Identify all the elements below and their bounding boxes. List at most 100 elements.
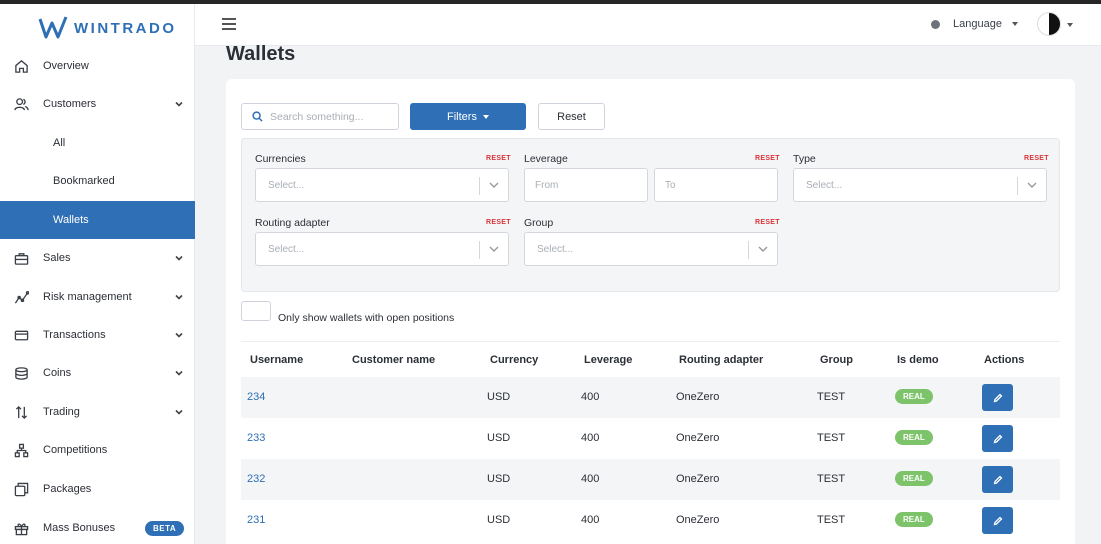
- sidebar-item-label: Customers: [43, 98, 97, 110]
- routing-adapter-reset-link[interactable]: RESET: [486, 219, 511, 226]
- username-link[interactable]: 231: [247, 514, 265, 526]
- column-header-customer-name[interactable]: Customer name: [352, 354, 435, 366]
- chevron-down-icon: [175, 292, 183, 300]
- sidebar-item-mass-bonuses[interactable]: Mass Bonuses BETA: [0, 509, 195, 544]
- sidebar: WINTRADO Overview Customers All Bookmark…: [0, 4, 195, 544]
- column-header-routing-adapter[interactable]: Routing adapter: [679, 354, 763, 366]
- caret-down-icon[interactable]: [1067, 23, 1073, 27]
- open-positions-toggle[interactable]: [241, 301, 271, 321]
- search-input[interactable]: [270, 110, 390, 123]
- group-label: Group: [524, 217, 554, 229]
- sidebar-item-overview[interactable]: Overview: [0, 47, 195, 85]
- search-icon: [252, 111, 263, 122]
- table-row: 231 USD 400 OneZero TEST REAL: [241, 500, 1060, 541]
- user-avatar[interactable]: [1037, 12, 1061, 36]
- edit-button[interactable]: [982, 507, 1013, 534]
- brand-logo[interactable]: WINTRADO: [38, 14, 177, 42]
- column-header-is-demo[interactable]: Is demo: [897, 354, 939, 366]
- currency-cell: USD: [487, 514, 511, 526]
- sidebar-item-customers[interactable]: Customers: [0, 85, 195, 123]
- leverage-from-input[interactable]: From: [524, 168, 648, 202]
- currencies-reset-link[interactable]: RESET: [486, 155, 511, 162]
- username-link[interactable]: 233: [247, 432, 265, 444]
- is-demo-badge: REAL: [895, 471, 933, 486]
- sidebar-subitem-wallets[interactable]: Wallets: [0, 201, 195, 239]
- currency-cell: USD: [487, 432, 511, 444]
- sidebar-item-label: Sales: [43, 252, 71, 264]
- table-row: 232 USD 400 OneZero TEST REAL: [241, 459, 1060, 500]
- group-select[interactable]: Select...: [524, 232, 778, 266]
- filters-button-label: Filters: [447, 110, 477, 123]
- column-header-leverage[interactable]: Leverage: [584, 354, 632, 366]
- leverage-cell: 400: [581, 514, 600, 526]
- edit-button[interactable]: [982, 466, 1013, 493]
- group-cell: TEST: [817, 473, 846, 485]
- currencies-placeholder: Select...: [268, 179, 305, 191]
- routing-adapter-cell: OneZero: [676, 514, 720, 526]
- sidebar-item-risk-management[interactable]: Risk management: [0, 278, 195, 316]
- chevron-down-icon: [758, 245, 768, 253]
- leverage-cell: 400: [581, 432, 600, 444]
- chevron-down-icon: [489, 181, 499, 189]
- sidebar-item-transactions[interactable]: Transactions: [0, 316, 195, 354]
- filters-button[interactable]: Filters: [410, 103, 526, 130]
- type-reset-link[interactable]: RESET: [1024, 155, 1049, 162]
- chevron-down-icon: [175, 330, 183, 338]
- routing-adapter-placeholder: Select...: [268, 243, 305, 255]
- sidebar-item-label: Coins: [43, 367, 72, 379]
- search-box[interactable]: [241, 103, 399, 130]
- leverage-to-input[interactable]: To: [654, 168, 778, 202]
- language-label: Language: [953, 18, 1002, 30]
- beta-badge: BETA: [145, 521, 185, 536]
- username-link[interactable]: 234: [247, 391, 265, 403]
- pencil-icon: [993, 393, 1002, 402]
- sidebar-item-coins[interactable]: Coins: [0, 354, 195, 392]
- username-link[interactable]: 232: [247, 473, 265, 485]
- routing-adapter-cell: OneZero: [676, 432, 720, 444]
- column-header-group[interactable]: Group: [820, 354, 853, 366]
- column-header-currency[interactable]: Currency: [490, 354, 538, 366]
- sidebar-item-competitions[interactable]: Competitions: [0, 431, 195, 469]
- sidebar-item-label: Risk management: [43, 291, 132, 303]
- sidebar-item-packages[interactable]: Packages: [0, 470, 195, 508]
- sidebar-item-sales[interactable]: Sales: [0, 239, 195, 277]
- table-header: Username Customer name Currency Leverage…: [241, 341, 1060, 377]
- packages-icon: [13, 481, 29, 497]
- chevron-down-icon: [175, 253, 183, 261]
- language-selector[interactable]: Language: [931, 18, 1018, 30]
- currency-cell: USD: [487, 391, 511, 403]
- group-cell: TEST: [817, 432, 846, 444]
- pencil-icon: [993, 475, 1002, 484]
- chevron-down-icon: [175, 368, 183, 376]
- edit-button[interactable]: [982, 425, 1013, 452]
- table-row: 234 USD 400 OneZero TEST REAL: [241, 377, 1060, 418]
- home-icon: [13, 58, 29, 74]
- wallets-card: Filters Reset Currencies RESET Select...…: [226, 79, 1075, 544]
- leverage-reset-link[interactable]: RESET: [755, 155, 780, 162]
- menu-toggle-icon[interactable]: [222, 18, 236, 30]
- group-placeholder: Select...: [537, 243, 574, 255]
- sidebar-subitem-all[interactable]: All: [0, 124, 195, 162]
- table-row: 233 USD 400 OneZero TEST REAL: [241, 418, 1060, 459]
- edit-button[interactable]: [982, 384, 1013, 411]
- group-cell: TEST: [817, 514, 846, 526]
- users-icon: [13, 96, 29, 112]
- caret-down-icon: [1011, 22, 1018, 26]
- group-reset-link[interactable]: RESET: [755, 219, 780, 226]
- reset-button[interactable]: Reset: [538, 103, 605, 130]
- chevron-down-icon: [175, 407, 183, 415]
- type-select[interactable]: Select...: [793, 168, 1047, 202]
- sidebar-item-label: Trading: [43, 406, 80, 418]
- chart-line-icon: [13, 289, 29, 305]
- is-demo-badge: REAL: [895, 430, 933, 445]
- globe-icon: [931, 19, 940, 29]
- sidebar-item-label: Mass Bonuses: [43, 522, 116, 534]
- column-header-actions: Actions: [984, 354, 1025, 366]
- chevron-down-icon: [489, 245, 499, 253]
- sidebar-item-label: Transactions: [43, 329, 106, 341]
- currencies-select[interactable]: Select...: [255, 168, 509, 202]
- sidebar-subitem-bookmarked[interactable]: Bookmarked: [0, 162, 195, 200]
- column-header-username[interactable]: Username: [250, 354, 303, 366]
- routing-adapter-select[interactable]: Select...: [255, 232, 509, 266]
- sidebar-item-trading[interactable]: Trading: [0, 393, 195, 431]
